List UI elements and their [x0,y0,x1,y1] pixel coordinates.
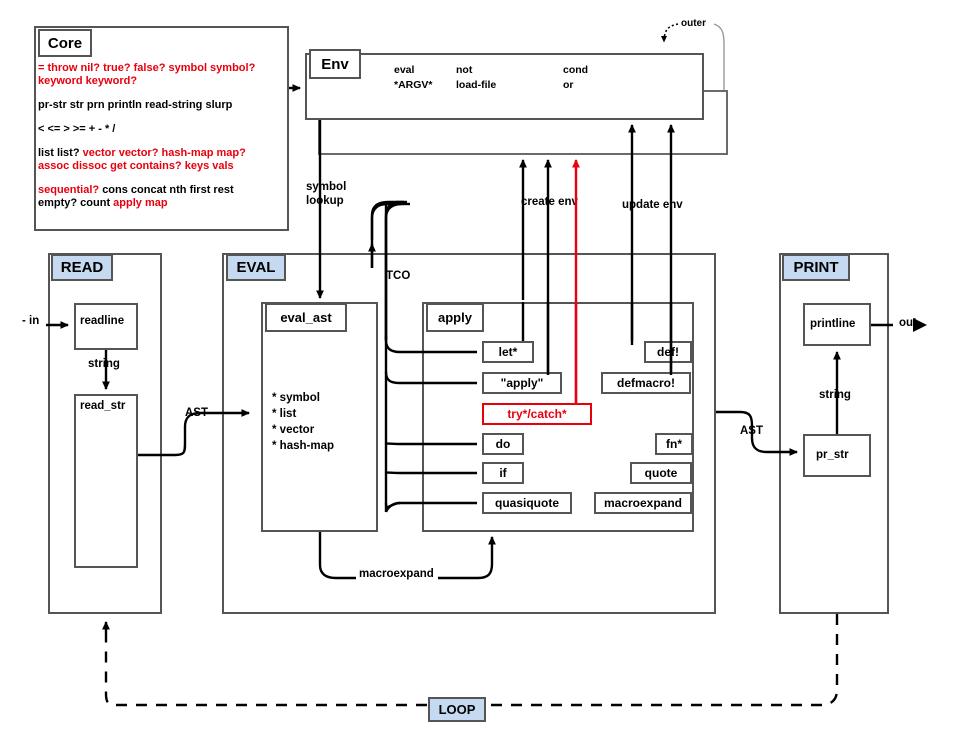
special-form-fn-label: fn* [666,437,682,451]
core-token-red: = throw nil? true? false? symbol symbol?… [38,62,256,87]
symbol-lookup-label: symbol lookup [306,180,346,208]
eval-ast-label: eval_ast [280,310,332,325]
update-env-label: update env [622,199,683,211]
core-function-list: = throw nil? true? false? symbol symbol?… [38,62,268,221]
eval-ast-item-1: * list [272,408,297,420]
print-section-title: PRINT [782,254,850,281]
special-form-fn: fn* [655,433,693,455]
eval-ast-items: * symbol * list * vector * hash-map [272,390,334,454]
special-form-do: do [482,433,524,455]
eval-ast-edge-label: AST [740,425,763,437]
core-line: = throw nil? true? false? symbol symbol?… [38,62,268,88]
env-col2: not load-file [456,63,496,93]
env-col2-item-1: load-file [456,79,497,91]
special-form-quasiquote-label: quasiquote [494,496,559,510]
special-form-trycatch: try*/catch* [482,403,592,425]
read-section-title: READ [51,254,113,281]
core-line: sequential? cons concat nth first rest e… [38,184,268,210]
symbol-lookup-line1: symbol [306,181,347,193]
read-str-box [74,394,138,568]
core-token-black: < <= > >= + - * / [38,123,116,135]
create-env-label: create env [521,196,578,208]
macroexpand-edge-label: macroexpand [359,568,434,580]
special-form-do-label: do [495,437,511,451]
env-col1-item-0: eval [394,64,415,76]
env-box [305,53,704,120]
core-token-black: list list? [38,147,83,159]
env-col3: cond or [563,63,588,93]
print-title-label: PRINT [793,259,839,276]
special-form-apply: "apply" [482,372,562,394]
read-str-label: read_str [80,400,126,412]
loop-badge: LOOP [428,697,486,722]
eval-section-title: EVAL [226,254,286,281]
core-line: < <= > >= + - * / [38,123,268,136]
core-title-label: Core [47,34,83,52]
special-form-def-label: def! [657,345,679,359]
special-form-quote-label: quote [644,466,678,480]
print-string-edge-label: string [819,389,851,401]
diagram-canvas: Core = throw nil? true? false? symbol sy… [0,0,954,744]
core-line: pr-str str prn println read-string slurp [38,99,268,112]
special-form-let: let* [482,341,534,363]
special-form-defmacro: defmacro! [601,372,691,394]
special-form-quasiquote: quasiquote [482,492,572,514]
readline-label: readline [80,315,125,327]
core-box-title: Core [38,29,92,57]
symbol-lookup-line2: lookup [306,195,344,207]
env-title-label: Env [321,55,349,73]
eval-title-label: EVAL [236,259,276,276]
special-form-if: if [482,462,524,484]
env-col3-item-0: cond [563,64,589,76]
env-col2-item-0: not [456,64,473,76]
env-col1: eval *ARGV* [394,63,433,93]
core-token-red: sequential? [38,184,103,196]
eval-ast-title: eval_ast [265,303,347,332]
eval-ast-item-2: * vector [272,424,315,436]
tco-label: TCO [386,270,411,282]
core-token-black: pr-str str prn println read-string slurp [38,99,233,111]
special-form-def: def! [644,341,692,363]
outer-label: outer [681,18,706,29]
read-ast-edge-label: AST [185,407,208,419]
eval-ast-item-3: * hash-map [272,440,334,452]
special-form-quote: quote [630,462,692,484]
special-form-let-label: let* [498,345,518,359]
loop-label: LOOP [438,702,476,717]
special-form-trycatch-label: try*/catch* [507,407,567,421]
apply-label: apply [438,310,472,325]
read-in-label: - in [22,315,40,327]
read-title-label: READ [60,259,104,276]
read-string-edge-label: string [88,358,120,370]
printline-label: printline [810,318,856,330]
print-out-label: out [899,317,917,329]
core-token-red: apply map [113,197,168,209]
special-form-if-label: if [499,466,507,480]
special-form-macroexpand: macroexpand [594,492,692,514]
env-col1-item-1: *ARGV* [394,79,433,91]
pr-str-label: pr_str [816,449,849,461]
special-form-defmacro-label: defmacro! [616,376,675,390]
apply-title: apply [426,303,484,332]
special-form-apply-label: "apply" [500,376,544,390]
env-col3-item-1: or [563,79,574,91]
core-line: list list? vector vector? hash-map map? … [38,147,268,173]
eval-ast-item-0: * symbol [272,392,320,404]
special-form-macroexpand-label: macroexpand [603,496,683,510]
env-box-title: Env [309,49,361,79]
